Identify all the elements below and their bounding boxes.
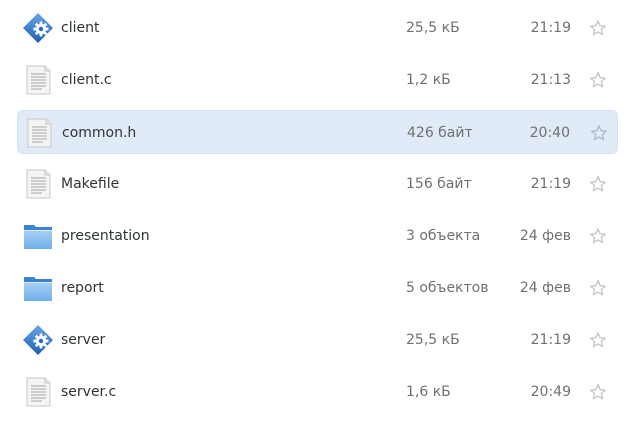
file-row-report[interactable]: report 5 объектов 24 фев (17, 266, 618, 310)
file-name: Makefile (61, 176, 120, 192)
file-size: 1,2 кБ (406, 72, 451, 88)
file-modified: 24 фев (519, 280, 571, 296)
star-icon[interactable] (589, 19, 607, 37)
file-modified: 21:19 (530, 332, 571, 348)
file-size: 3 объекта (406, 228, 481, 244)
file-name: server.c (61, 384, 117, 400)
file-row-server-c[interactable]: server.c 1,6 кБ 20:49 (17, 370, 618, 414)
file-row-server[interactable]: server 25,5 кБ 21:19 (17, 318, 618, 362)
file-size: 426 байт (407, 125, 473, 141)
file-name: client.c (61, 72, 112, 88)
file-row-client[interactable]: client 25,5 кБ 21:19 (17, 6, 618, 50)
file-row-common-h[interactable]: common.h 426 байт 20:40 (17, 110, 618, 154)
star-icon[interactable] (589, 383, 607, 401)
folder-icon (22, 220, 54, 252)
text-file-icon (22, 376, 54, 408)
file-modified: 21:19 (530, 176, 571, 192)
file-size: 156 байт (406, 176, 472, 192)
file-modified: 20:49 (530, 384, 571, 400)
file-row-client-c[interactable]: client.c 1,2 кБ 21:13 (17, 58, 618, 102)
star-icon[interactable] (589, 175, 607, 193)
file-size: 25,5 кБ (406, 20, 460, 36)
file-name: server (61, 332, 106, 348)
file-name: report (61, 280, 104, 296)
star-icon[interactable] (589, 331, 607, 349)
file-list: client 25,5 кБ 21:19 client.c 1,2 кБ 21:… (0, 0, 634, 423)
file-size: 5 объектов (406, 280, 489, 296)
star-icon[interactable] (589, 71, 607, 89)
text-file-icon (23, 117, 55, 149)
file-modified: 21:13 (530, 72, 571, 88)
file-row-presentation[interactable]: presentation 3 объекта 24 фев (17, 214, 618, 258)
star-icon[interactable] (590, 124, 608, 142)
file-row-makefile[interactable]: Makefile 156 байт 21:19 (17, 162, 618, 206)
text-file-icon (22, 168, 54, 200)
file-modified: 21:19 (530, 20, 571, 36)
file-size: 1,6 кБ (406, 384, 451, 400)
file-size: 25,5 кБ (406, 332, 460, 348)
executable-icon (22, 12, 54, 44)
file-name: presentation (61, 228, 150, 244)
text-file-icon (22, 64, 54, 96)
executable-icon (22, 324, 54, 356)
star-icon[interactable] (589, 227, 607, 245)
folder-icon (22, 272, 54, 304)
file-name: common.h (62, 125, 137, 141)
file-modified: 20:40 (529, 125, 570, 141)
file-modified: 24 фев (519, 228, 571, 244)
file-name: client (61, 20, 100, 36)
star-icon[interactable] (589, 279, 607, 297)
